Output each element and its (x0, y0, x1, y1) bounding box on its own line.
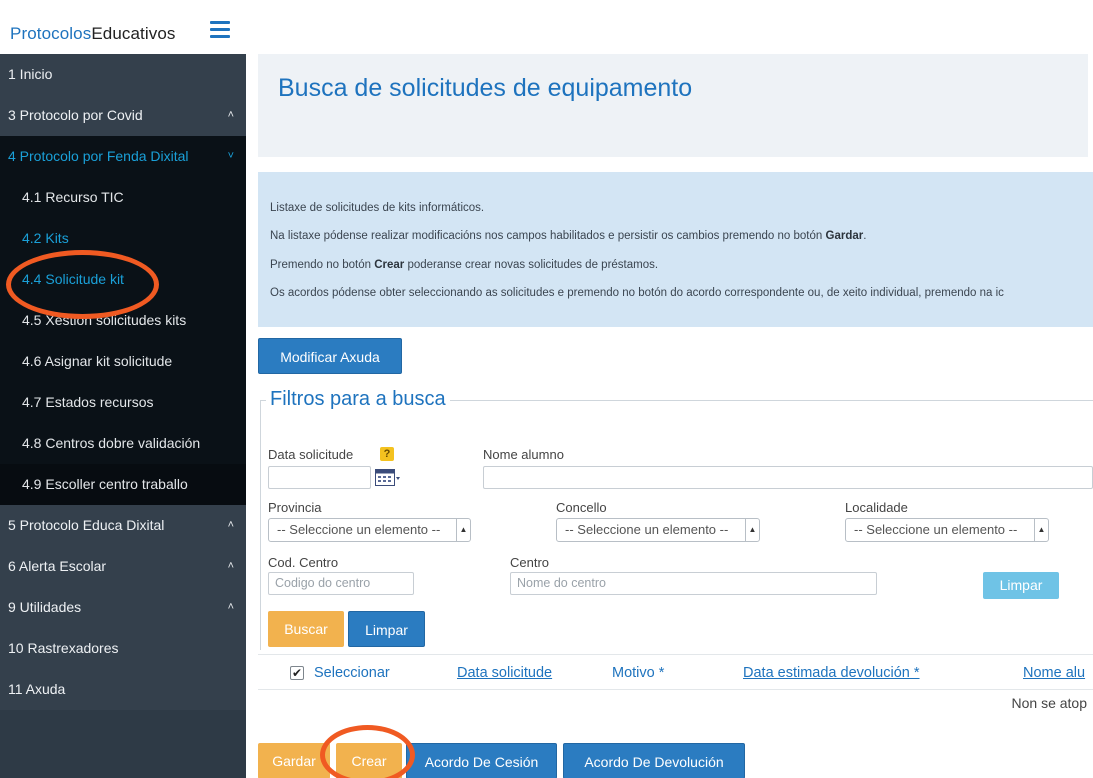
cession-agreement-button[interactable]: Acordo De Cesión (406, 743, 557, 778)
chevron-up-icon: ˄ (227, 109, 234, 121)
sidebar-item-label: 4.1 Recurso TIC (22, 189, 124, 205)
sidebar-item-fenda-dixital[interactable]: 4 Protocolo por Fenda Dixital ˅ (0, 136, 246, 177)
help-icon[interactable]: ? (380, 447, 394, 461)
sidebar-item-rastrexadores[interactable]: 10 Rastrexadores (0, 628, 246, 669)
create-button[interactable]: Crear (336, 743, 402, 778)
student-name-label: Nome alumno (483, 447, 564, 462)
app-logo[interactable]: ProtocolosEducativos (10, 24, 176, 44)
return-agreement-button[interactable]: Acordo De Devolución (563, 743, 745, 778)
column-return-date[interactable]: Data estimada devolución * (743, 665, 920, 681)
sidebar: 1 Inicio 3 Protocolo por Covid ˄ 4 Protoc… (0, 54, 246, 778)
center-name-input[interactable]: Nome do centro (510, 572, 877, 595)
modify-help-button[interactable]: Modificar Axuda (258, 338, 402, 374)
dropdown-arrow-icon: ▲ (1034, 519, 1048, 541)
sidebar-item-label: 4.5 Xestión solicitudes kits (22, 312, 187, 328)
calendar-icon[interactable] (375, 469, 400, 486)
filters-legend: Filtros para a busca (266, 388, 450, 411)
top-bar (246, 0, 1093, 54)
brand-part-2: Educativos (91, 24, 176, 43)
sidebar-item-label: 4.8 Centros dobre validación (22, 435, 201, 451)
sidebar-item-label: 10 Rastrexadores (8, 640, 119, 656)
clear-filters-inline-button[interactable]: Limpar (983, 572, 1059, 599)
dropdown-arrow-icon: ▲ (456, 519, 470, 541)
info-line: Os acordos pódense obter seleccionando a… (270, 287, 1004, 299)
clear-button[interactable]: Limpar (348, 611, 425, 647)
chevron-down-icon: ˅ (227, 150, 234, 162)
results-table-header: ✔ Seleccionar Data solicitude Motivo * D… (258, 654, 1093, 690)
locality-label: Localidade (845, 500, 908, 515)
council-label: Concello (556, 500, 607, 515)
sidebar-item-asignar-kit[interactable]: 4.6 Asignar kit solicitude (0, 341, 246, 382)
chevron-up-icon: ˄ (227, 519, 234, 531)
info-line: Listaxe de solicitudes de kits informáti… (270, 202, 485, 214)
sidebar-item-covid[interactable]: 3 Protocolo por Covid ˄ (0, 95, 246, 136)
sidebar-item-inicio[interactable]: 1 Inicio (0, 54, 246, 95)
sidebar-item-recurso-tic[interactable]: 4.1 Recurso TIC (0, 177, 246, 218)
column-request-date[interactable]: Data solicitude (457, 665, 552, 681)
province-select[interactable]: -- Seleccione un elemento -- ▲ (268, 518, 471, 542)
request-date-input[interactable] (268, 466, 371, 489)
student-name-input[interactable] (483, 466, 1093, 489)
chevron-up-icon: ˄ (227, 601, 234, 613)
search-button[interactable]: Buscar (268, 611, 344, 647)
menu-toggle-icon[interactable] (210, 21, 230, 39)
brand-bar: ProtocolosEducativos (0, 0, 246, 54)
column-reason: Motivo * (612, 665, 665, 681)
sidebar-item-label: 4.9 Escoller centro traballo (22, 476, 188, 492)
sidebar-item-solicitude-kit[interactable]: 4.4 Solicitude kit (0, 259, 246, 300)
help-info-box: Listaxe de solicitudes de kits informáti… (258, 172, 1093, 327)
sidebar-item-label: 4.7 Estados recursos (22, 394, 154, 410)
sidebar-item-axuda[interactable]: 11 Axuda (0, 669, 246, 710)
center-code-label: Cod. Centro (268, 555, 339, 570)
sidebar-item-label: 11 Axuda (8, 681, 66, 697)
sidebar-item-escoller-centro[interactable]: 4.9 Escoller centro traballo (0, 464, 246, 505)
sidebar-item-alerta-escolar[interactable]: 6 Alerta Escolar ˄ (0, 546, 246, 587)
sidebar-item-label: 3 Protocolo por Covid (8, 107, 143, 123)
save-button[interactable]: Gardar (258, 743, 330, 778)
info-line: Na listaxe pódense realizar modificación… (270, 230, 867, 242)
sidebar-item-label: 9 Utilidades (8, 599, 82, 615)
page-header: Busca de solicitudes de equipamento (258, 54, 1088, 157)
sidebar-item-label: 4.4 Solicitude kit (22, 271, 124, 287)
sidebar-item-utilidades[interactable]: 9 Utilidades ˄ (0, 587, 246, 628)
info-line: Premendo no botón Crear poderanse crear … (270, 259, 659, 271)
sidebar-item-label: 4 Protocolo por Fenda Dixital (8, 148, 189, 164)
dropdown-arrow-icon: ▲ (745, 519, 759, 541)
page-title: Busca de solicitudes de equipamento (278, 74, 693, 102)
sidebar-item-estados-recursos[interactable]: 4.7 Estados recursos (0, 382, 246, 423)
sidebar-item-label: 4.6 Asignar kit solicitude (22, 353, 173, 369)
chevron-up-icon: ˄ (227, 560, 234, 572)
column-student-name[interactable]: Nome alu (1023, 665, 1085, 681)
select-all-checkbox[interactable]: ✔ (290, 666, 304, 680)
sidebar-item-centros-dobre-validacion[interactable]: 4.8 Centros dobre validación (0, 423, 246, 464)
center-label: Centro (510, 555, 550, 570)
request-date-label: Data solicitude (268, 447, 354, 462)
empty-results-message: Non se atop (1011, 695, 1088, 711)
sidebar-item-label: 4.2 Kits (22, 230, 69, 246)
sidebar-item-educa-dixital[interactable]: 5 Protocolo Educa Dixital ˄ (0, 505, 246, 546)
sidebar-item-label: 5 Protocolo Educa Dixital (8, 517, 165, 533)
sidebar-item-xestion-solicitudes[interactable]: 4.5 Xestión solicitudes kits (0, 300, 246, 341)
sidebar-item-label: 1 Inicio (8, 66, 53, 82)
brand-part-1: Protocolos (10, 24, 92, 43)
sidebar-item-kits[interactable]: 4.2 Kits (0, 218, 246, 259)
column-select: Seleccionar (314, 665, 390, 681)
sidebar-item-label: 6 Alerta Escolar (8, 558, 107, 574)
council-select[interactable]: -- Seleccione un elemento -- ▲ (556, 518, 760, 542)
center-code-input[interactable]: Codigo do centro (268, 572, 414, 595)
locality-select[interactable]: -- Seleccione un elemento -- ▲ (845, 518, 1049, 542)
province-label: Provincia (268, 500, 322, 515)
